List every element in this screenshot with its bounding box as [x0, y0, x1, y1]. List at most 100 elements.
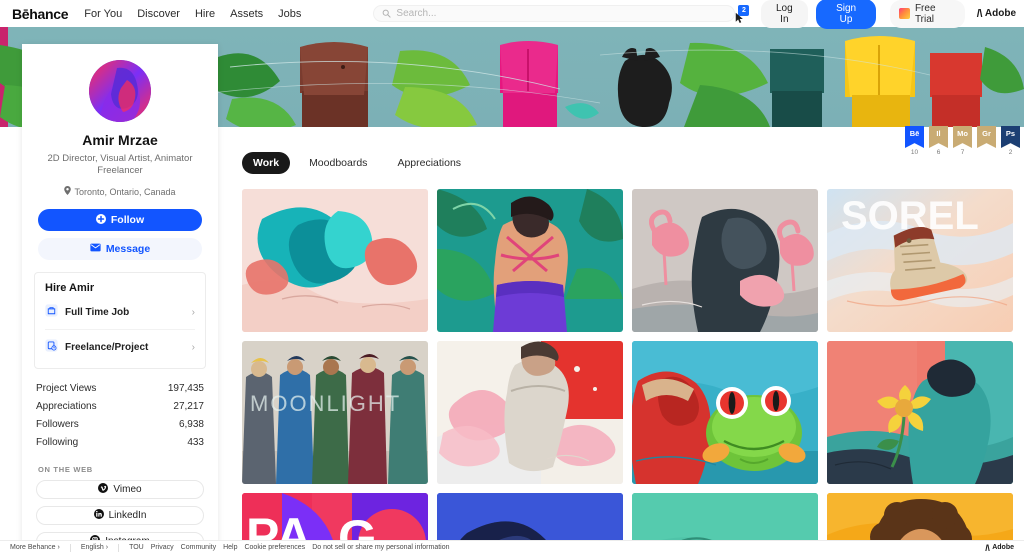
web-link-label: LinkedIn [108, 510, 147, 521]
footer-bar: More Behance › English › TOU Privacy Com… [0, 540, 1024, 554]
stat-label: Appreciations [36, 400, 97, 412]
adobe-wordmark: Adobe [992, 544, 1014, 551]
profile-subtitle: 2D Director, Visual Artist, Animator Fre… [22, 153, 218, 177]
project-overlay-text: MOONLIGHT [250, 391, 401, 416]
tab-work[interactable]: Work [242, 152, 291, 174]
on-the-web-heading: ON THE WEB [38, 465, 93, 474]
message-label: Message [105, 243, 151, 255]
adobe-logo[interactable]: /\ Adobe [977, 8, 1016, 20]
main-content: Work Moodboards Appreciations SOREL MOON… [232, 127, 1024, 554]
project-card-teal-figure-illustration[interactable] [242, 189, 428, 332]
log-in-button[interactable]: Log In [760, 0, 808, 28]
nav-link-hire[interactable]: Hire [195, 8, 215, 20]
badge-label: Mo [957, 129, 968, 138]
message-button[interactable]: Message [38, 238, 202, 260]
profile-sidebar: Amir Mrzae 2D Director, Visual Artist, A… [22, 44, 218, 544]
badge-motion[interactable]: Mo 7 [953, 126, 972, 156]
badge-count: 2 [1008, 149, 1013, 156]
footer-adobe-logo[interactable]: /\ Adobe [985, 543, 1014, 553]
badge-graphic[interactable]: Gr [977, 126, 996, 156]
briefcase-icon [45, 304, 58, 320]
free-trial-button[interactable]: Free Trial [890, 0, 965, 28]
location-pin-icon [64, 186, 72, 197]
stat-label: Followers [36, 418, 79, 430]
stat-row-appreciations: Appreciations 27,217 [36, 397, 204, 415]
project-card-woman-back-tropical-illustration[interactable] [437, 189, 623, 332]
notifications-button[interactable]: 2 [735, 4, 752, 23]
footer-link-cookie-preferences[interactable]: Cookie preferences [244, 544, 305, 551]
search-input[interactable] [396, 8, 727, 19]
footer-more-behance[interactable]: More Behance › [10, 544, 60, 551]
badge-label: Bē [909, 129, 920, 138]
badge-illustrator[interactable]: Il 6 [929, 126, 948, 156]
free-trial-label: Free Trial [914, 2, 936, 25]
badge-ribbon: Mo [953, 126, 972, 148]
badge-count: 7 [960, 149, 965, 156]
mouse-cursor-icon [735, 12, 744, 27]
profile-location: Toronto, Ontario, Canada [22, 186, 218, 197]
project-card-green-frog-red-coat[interactable] [632, 341, 818, 484]
project-card-sorel-boot-ad[interactable]: SOREL [827, 189, 1013, 332]
footer-divider [118, 543, 120, 552]
follow-button[interactable]: Follow [38, 209, 202, 231]
tab-moodboards[interactable]: Moodboards [298, 152, 378, 174]
badge-behance[interactable]: Bē 10 [905, 126, 924, 156]
top-navigation-bar: Bēhance For You Discover Hire Assets Job… [0, 0, 1024, 29]
follow-label: Follow [110, 214, 145, 226]
footer-link-help[interactable]: Help [223, 544, 237, 551]
search-icon [382, 7, 391, 21]
nav-link-jobs[interactable]: Jobs [278, 8, 301, 20]
tab-appreciations[interactable]: Appreciations [386, 152, 472, 174]
badge-label: Ps [1005, 129, 1016, 138]
hire-option-freelance-project[interactable]: Freelance/Project › [45, 329, 195, 364]
stat-row-following: Following 433 [36, 433, 204, 451]
footer-link-do-not-sell[interactable]: Do not sell or share my personal informa… [312, 544, 449, 551]
nav-link-for-you[interactable]: For You [84, 8, 122, 20]
hire-option-full-time-job[interactable]: Full Time Job › [45, 294, 195, 329]
footer-language-selector[interactable]: English › [81, 544, 108, 551]
project-card-yellow-flower-figure[interactable] [827, 341, 1013, 484]
adobe-glyph-icon: /\ [985, 542, 990, 553]
nav-link-discover[interactable]: Discover [137, 8, 180, 20]
chevron-right-icon: › [191, 341, 195, 353]
main-nav-links: For You Discover Hire Assets Jobs [84, 8, 301, 20]
stat-value: 27,217 [173, 400, 204, 412]
web-link-vimeo[interactable]: Vimeo [36, 480, 204, 499]
hire-option-label: Full Time Job [65, 306, 130, 318]
badge-count: 6 [936, 149, 941, 156]
profile-action-buttons: Follow Message [22, 209, 218, 260]
badge-ribbon: Gr [977, 126, 996, 148]
project-card-red-pink-figure-scene[interactable] [437, 341, 623, 484]
hire-card-title: Hire Amir [45, 282, 95, 294]
footer-link-tou[interactable]: TOU [129, 544, 144, 551]
web-link-linkedin[interactable]: LinkedIn [36, 506, 204, 525]
hire-card: Hire Amir Full Time Job › Freelance/Proj… [34, 272, 206, 369]
page-title: Amir Mrzae [82, 132, 158, 148]
web-link-label: Vimeo [113, 484, 142, 495]
stat-row-project-views: Project Views 197,435 [36, 379, 204, 397]
chevron-right-icon: › [191, 306, 195, 318]
badge-label: Il [936, 129, 941, 138]
footer-link-privacy[interactable]: Privacy [151, 544, 174, 551]
nav-right-cluster: 2 Log In Sign Up Free Trial /\ Adobe [735, 0, 1016, 29]
software-badges: Bē 10 Il 6 Mo 7 Gr Ps 2 [905, 126, 1020, 156]
stat-value: 197,435 [167, 382, 204, 394]
search-bar[interactable] [373, 5, 736, 22]
project-card-flamingo-grey-illustration[interactable] [632, 189, 818, 332]
profile-stats: Project Views 197,435 Appreciations 27,2… [36, 379, 204, 451]
badge-count: 10 [910, 149, 919, 156]
behance-logo[interactable]: Bēhance [12, 6, 69, 22]
footer-link-community[interactable]: Community [181, 544, 216, 551]
vimeo-icon [98, 483, 109, 496]
stat-row-followers: Followers 6,938 [36, 415, 204, 433]
project-grid: SOREL MOONLIGHT PA G [232, 174, 1024, 554]
badge-ribbon: Ps [1001, 126, 1020, 148]
sign-up-button[interactable]: Sign Up [815, 0, 877, 29]
badge-photoshop[interactable]: Ps 2 [1001, 126, 1020, 156]
project-card-moonlight-figures[interactable]: MOONLIGHT [242, 341, 428, 484]
hire-option-label: Freelance/Project [65, 341, 149, 353]
plus-circle-icon [95, 213, 106, 227]
nav-link-assets[interactable]: Assets [230, 8, 263, 20]
avatar[interactable] [89, 60, 151, 122]
envelope-icon [90, 243, 101, 255]
